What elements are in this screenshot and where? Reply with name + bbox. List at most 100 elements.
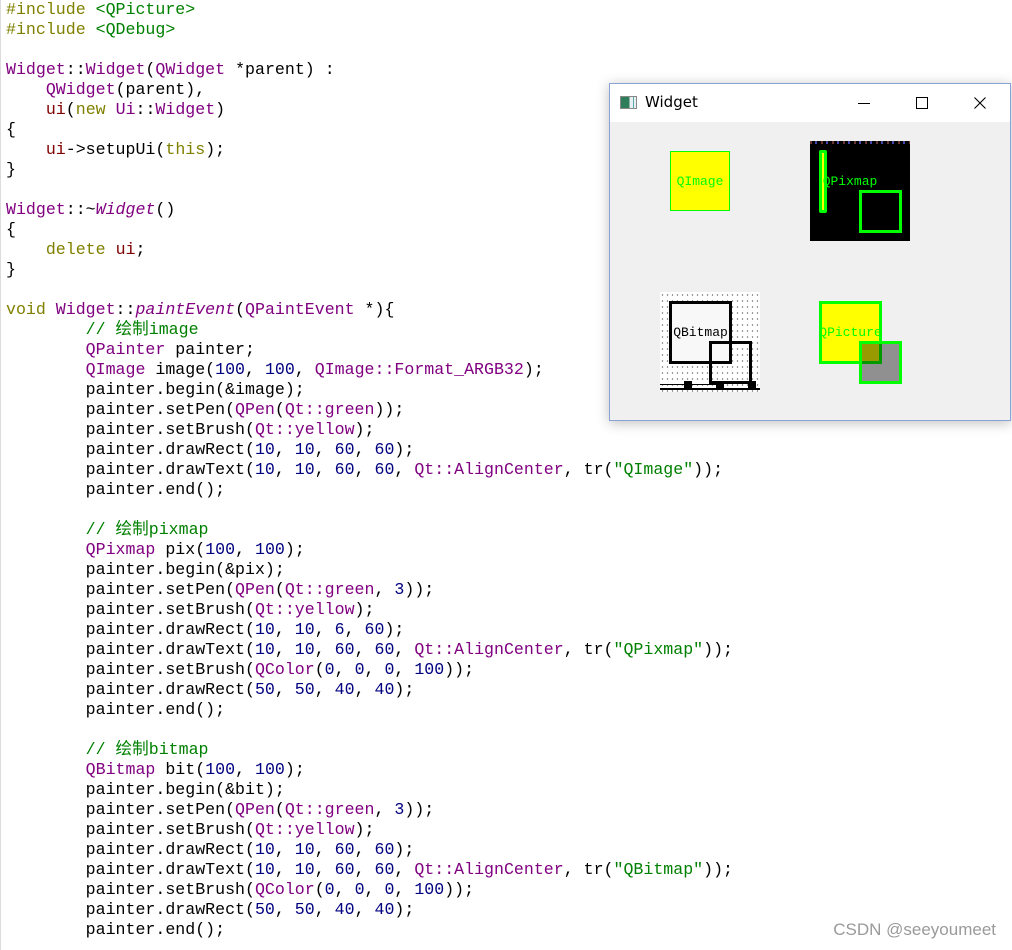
code-line: painter.drawRect(10, 10, 60, 60); [6,840,733,860]
code-line: painter.drawText(10, 10, 60, 60, Qt::Ali… [6,460,733,480]
code-token: ); [394,840,415,859]
code-token: 100 [264,360,295,379]
code-token: 40 [334,900,355,919]
code-token: Qt::AlignCenter [414,460,564,479]
code-token: , [314,640,335,659]
code-line: painter.setBrush(QColor(0, 0, 0, 100)); [6,660,733,680]
code-token: QPen [235,400,275,419]
code-token: , [245,360,265,379]
code-token: , [354,900,375,919]
code-token: , [394,660,415,679]
code-token: // 绘制pixmap [85,520,209,539]
code-token: , [314,860,335,879]
code-token: QBitmap [85,760,156,779]
code-token: )); [444,880,475,899]
code-token: 50 [254,680,275,699]
code-token: , [314,440,335,459]
code-token: , [314,620,335,639]
code-token: // 绘制bitmap [85,740,209,759]
code-line: painter.begin(&bit); [6,780,733,800]
code-line: Widget::Widget(QWidget *parent) : [6,60,733,80]
code-token: , [274,620,295,639]
code-token: ( [145,60,156,79]
code-line: painter.drawText(10, 10, 60, 60, Qt::Ali… [6,860,733,880]
code-token: Qt::AlignCenter [414,860,564,879]
code-token: painter.begin(&image); [6,380,305,399]
code-token: ); [284,760,305,779]
code-token: 50 [254,900,275,919]
code-token: QWidget [155,60,226,79]
code-token: QImage [85,360,146,379]
code-token: Qt::yellow [254,820,355,839]
code-token: painter.begin(&bit); [6,780,285,799]
code-token: 60 [374,440,395,459]
code-line: QPixmap pix(100, 100); [6,540,733,560]
code-token: , [235,760,255,779]
code-token: )); [703,860,733,879]
code-token: pix( [155,540,206,559]
code-token: 0 [384,660,395,679]
title-bar[interactable]: Widget [610,84,1010,122]
code-token: 60 [374,840,395,859]
code-token: painter.setPen( [6,400,236,419]
code-line: #include <QDebug> [6,20,733,40]
code-line: QBitmap bit(100, 100); [6,760,733,780]
code-line: painter.setBrush(QColor(0, 0, 0, 100)); [6,880,733,900]
code-token: painter.setBrush( [6,880,255,899]
code-token: QPen [235,580,275,599]
close-button[interactable] [951,84,1009,122]
code-line: painter.end(); [6,480,733,500]
code-token: :: [135,100,156,119]
close-icon [974,97,986,109]
code-token: bit( [155,760,206,779]
code-line: painter.setPen(QPen(Qt::green, 3)); [6,580,733,600]
code-token: (parent), [115,80,206,99]
code-token: 10 [294,620,315,639]
code-token: { [6,220,16,239]
code-token: , [364,880,385,899]
code-token: ( [65,100,76,119]
code-token: () [155,200,176,219]
code-line: // 绘制pixmap [6,520,733,540]
code-token: *){ [354,300,395,319]
minimize-button[interactable] [835,84,893,122]
watermark: CSDN @seeyoumeet [833,920,996,939]
code-token: )); [374,400,405,419]
code-token: 10 [294,860,315,879]
qbitmap-drawing: QBitmap [660,292,760,392]
code-token: , [354,680,375,699]
code-token: , [314,680,335,699]
code-line: painter.setPen(QPen(Qt::green, 3)); [6,800,733,820]
code-token: 0 [354,660,365,679]
code-token: , [354,440,375,459]
code-line: painter.end(); [6,920,733,940]
bitmap-overlay-rect [709,341,752,384]
maximize-icon [916,97,928,109]
code-token: 100 [215,360,246,379]
code-token: delete [45,240,116,259]
window-title: Widget [645,93,698,111]
code-token: ui [45,100,66,119]
code-token: , [314,840,335,859]
code-token: ui [115,240,136,259]
code-token: , [274,640,295,659]
code-token: , [354,460,375,479]
maximize-button[interactable] [893,84,951,122]
code-token: , [364,660,385,679]
code-token: ( [314,660,325,679]
code-token: // 绘制image [85,320,199,339]
code-token: , [294,360,315,379]
code-token: ); [354,420,375,439]
code-token: 60 [374,640,395,659]
code-token: } [6,160,16,179]
code-token: Qt::green [284,400,375,419]
code-line: painter.setBrush(Qt::yellow); [6,600,733,620]
code-token: 10 [294,640,315,659]
